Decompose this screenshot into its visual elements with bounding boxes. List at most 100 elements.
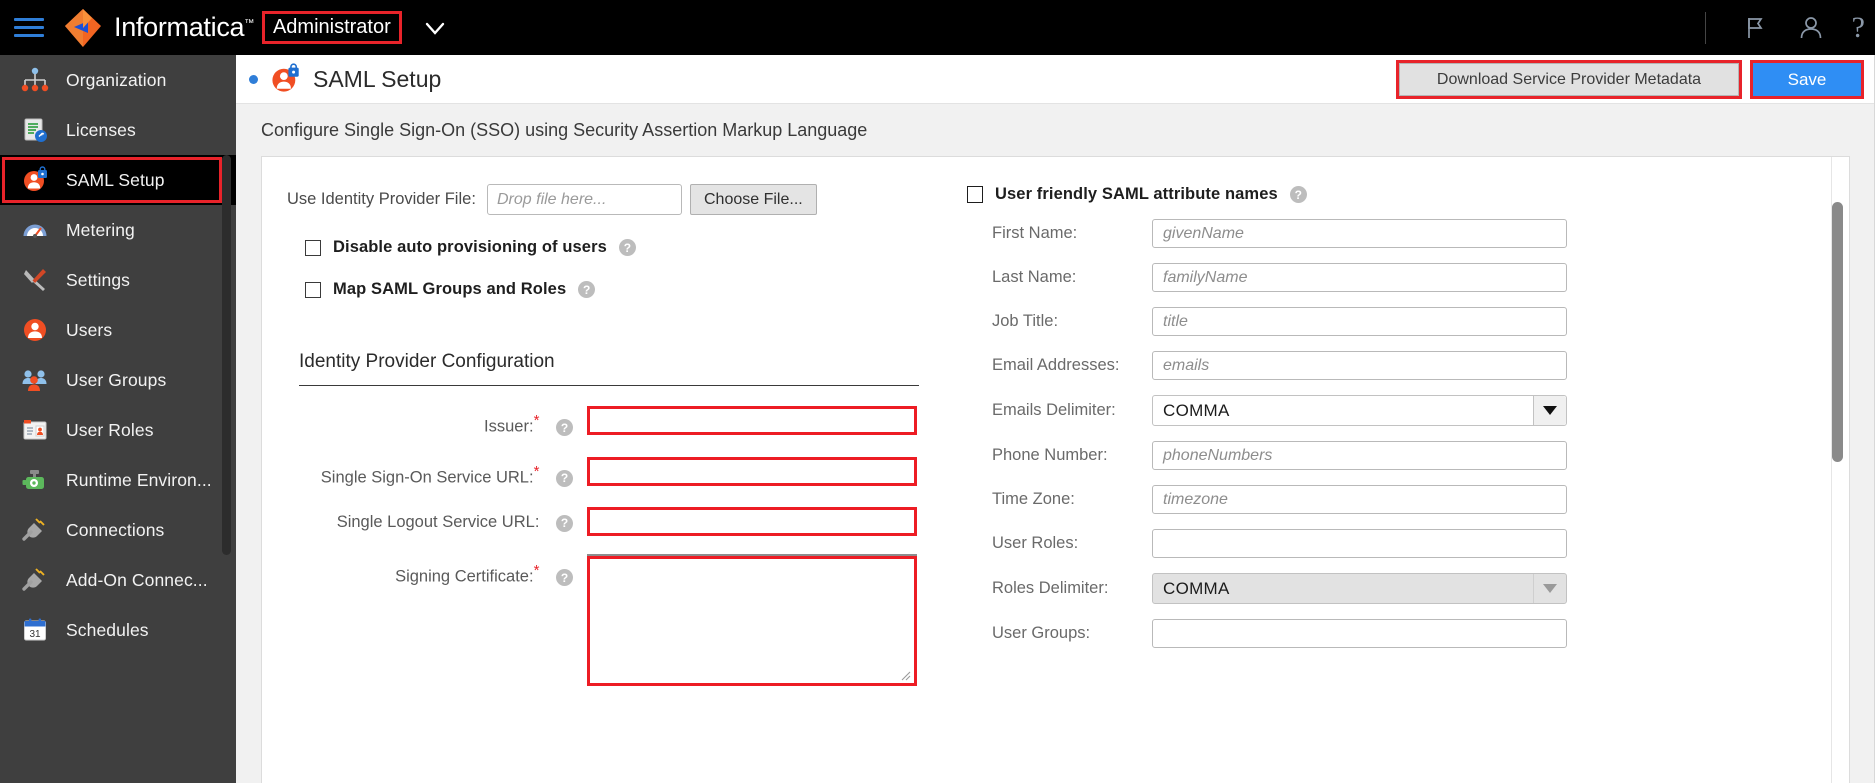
license-key-icon [20, 115, 50, 145]
last-name-label: Last Name: [992, 268, 1077, 286]
identity-provider-file-row: Use Identity Provider File: Drop file he… [287, 184, 947, 215]
sidebar-item-label: User Roles [66, 419, 154, 440]
help-icon[interactable]: ? [1289, 186, 1307, 203]
issuer-label-text: Issuer: [484, 417, 534, 436]
user-roles-label: User Roles: [992, 534, 1079, 552]
chevron-down-icon[interactable] [1533, 396, 1566, 425]
roles-delimiter-row: Roles Delimiter: COMMA [962, 573, 1792, 604]
email-addresses-label: Email Addresses: [992, 356, 1120, 374]
org-chart-icon [20, 65, 50, 95]
sidebar-item-users[interactable]: Users [0, 305, 236, 355]
help-icon[interactable]: ? [556, 419, 573, 436]
user-friendly-saml-attribute-names-label: User friendly SAML attribute names [995, 185, 1278, 203]
sidebar-item-user-roles[interactable]: User Roles [0, 405, 236, 455]
last-name-input[interactable]: familyName [1152, 263, 1567, 292]
signing-certificate-textarea[interactable] [587, 554, 917, 686]
panel-scrollbar-thumb[interactable] [1832, 202, 1843, 462]
phone-number-input[interactable]: phoneNumbers [1152, 441, 1567, 470]
map-saml-groups-roles-label: Map SAML Groups and Roles [333, 280, 567, 298]
user-groups-input[interactable] [1152, 619, 1567, 648]
email-addresses-row: Email Addresses: emails [962, 351, 1792, 380]
time-zone-input[interactable]: timezone [1152, 485, 1567, 514]
single-logout-service-url-label-text: Single Logout Service URL: [336, 513, 540, 531]
panel-scrollbar-track[interactable] [1831, 157, 1847, 783]
job-title-input[interactable]: title [1152, 307, 1567, 336]
sidebar-item-settings[interactable]: Settings [0, 255, 236, 305]
sidebar-item-saml-setup[interactable]: SAML Setup [0, 155, 236, 205]
roles-delimiter-label: Roles Delimiter: [992, 579, 1109, 597]
saml-configuration-panel: Use Identity Provider File: Drop file he… [261, 156, 1850, 783]
help-icon[interactable]: ? [556, 514, 573, 532]
help-icon[interactable]: ? [556, 569, 573, 586]
disable-auto-provisioning-label: Disable auto provisioning of users [333, 238, 607, 256]
flag-icon[interactable] [1740, 13, 1770, 43]
last-name-row: Last Name: familyName [962, 263, 1792, 292]
roles-delimiter-select[interactable]: COMMA [1152, 573, 1567, 604]
user-friendly-names-row: User friendly SAML attribute names ? [967, 185, 1792, 204]
identity-provider-file-label: Use Identity Provider File: [287, 190, 476, 208]
sidebar-item-licenses[interactable]: Licenses [0, 105, 236, 155]
user-roles-input[interactable] [1152, 529, 1567, 558]
help-icon[interactable]: ? [618, 239, 636, 256]
save-button[interactable]: Save [1750, 60, 1864, 99]
hamburger-menu-icon[interactable] [14, 18, 44, 37]
required-marker: * [533, 462, 540, 480]
chevron-down-icon[interactable] [422, 15, 448, 41]
issuer-row: Issuer:* ? [287, 406, 947, 437]
blue-status-dot [249, 74, 258, 84]
user-icon[interactable] [1796, 13, 1826, 43]
single-signon-service-url-row: Single Sign-On Service URL:* ? [287, 456, 947, 488]
disable-auto-provisioning-checkbox[interactable] [305, 239, 321, 256]
choose-file-button[interactable]: Choose File... [690, 184, 817, 215]
svg-text:31: 31 [29, 629, 41, 640]
sidebar-item-organization[interactable]: Organization [0, 55, 236, 105]
issuer-input[interactable] [587, 406, 917, 435]
sidebar-item-user-groups[interactable]: User Groups [0, 355, 236, 405]
sidebar-item-connections[interactable]: Connections [0, 505, 236, 555]
user-circle-icon [20, 315, 50, 345]
single-logout-service-url-row: Single Logout Service URL: ? [287, 507, 947, 536]
identity-provider-configuration-heading: Identity Provider Configuration [299, 351, 555, 372]
sidebar-item-label: Schedules [66, 619, 149, 640]
map-saml-groups-roles-checkbox[interactable] [305, 281, 321, 298]
help-icon[interactable]: ? [556, 469, 573, 487]
help-icon[interactable]: ? [578, 281, 596, 298]
identity-provider-file-input[interactable]: Drop file here... [487, 184, 682, 215]
sidebar-item-label: Add-On Connec... [66, 569, 208, 590]
time-zone-label: Time Zone: [992, 490, 1075, 508]
role-chip[interactable]: Administrator [261, 11, 402, 44]
resize-handle-icon[interactable] [897, 667, 911, 681]
first-name-input[interactable]: givenName [1152, 219, 1567, 248]
saml-attributes-column: User friendly SAML attribute names ? Fir… [962, 157, 1792, 648]
sidebar-item-label: Licenses [66, 119, 136, 140]
help-icon[interactable]: ? [1852, 12, 1865, 43]
sidebar-navigation: Organization Licenses SAML Setup Meterin… [0, 55, 236, 783]
sidebar-item-label: Users [66, 319, 113, 340]
email-addresses-input[interactable]: emails [1152, 351, 1567, 380]
sidebar-item-schedules[interactable]: 31 Schedules [0, 605, 236, 655]
download-service-provider-metadata-button[interactable]: Download Service Provider Metadata [1396, 60, 1742, 99]
user-lock-icon [269, 63, 301, 95]
sidebar-item-label: Settings [66, 269, 131, 290]
chevron-down-icon[interactable] [1533, 574, 1566, 603]
user-friendly-saml-attribute-names-checkbox[interactable] [967, 186, 983, 203]
single-signon-service-url-input[interactable] [587, 456, 917, 486]
sidebar-item-addon-connectors[interactable]: Add-On Connec... [0, 555, 236, 605]
plug-icon [20, 515, 50, 545]
single-logout-service-url-input[interactable] [587, 507, 917, 536]
emails-delimiter-value: COMMA [1163, 400, 1230, 420]
sidebar-item-metering[interactable]: Metering [0, 205, 236, 255]
sidebar-item-runtime-environments[interactable]: Runtime Environ... [0, 455, 236, 505]
toolbar-divider [1704, 11, 1706, 44]
users-group-icon [20, 365, 50, 395]
brand-label: Informatica [114, 12, 245, 42]
issuer-label: Issuer:* ? [287, 406, 587, 437]
job-title-label: Job Title: [992, 312, 1059, 330]
page-header: SAML Setup Download Service Provider Met… [236, 55, 1875, 104]
required-marker: * [533, 412, 540, 429]
required-marker: * [533, 562, 540, 579]
sidebar-item-label: Connections [66, 519, 165, 540]
map-saml-groups-roles-row: Map SAML Groups and Roles ? [305, 280, 947, 299]
sidebar-scrollbar[interactable] [222, 155, 231, 555]
emails-delimiter-select[interactable]: COMMA [1152, 395, 1567, 426]
